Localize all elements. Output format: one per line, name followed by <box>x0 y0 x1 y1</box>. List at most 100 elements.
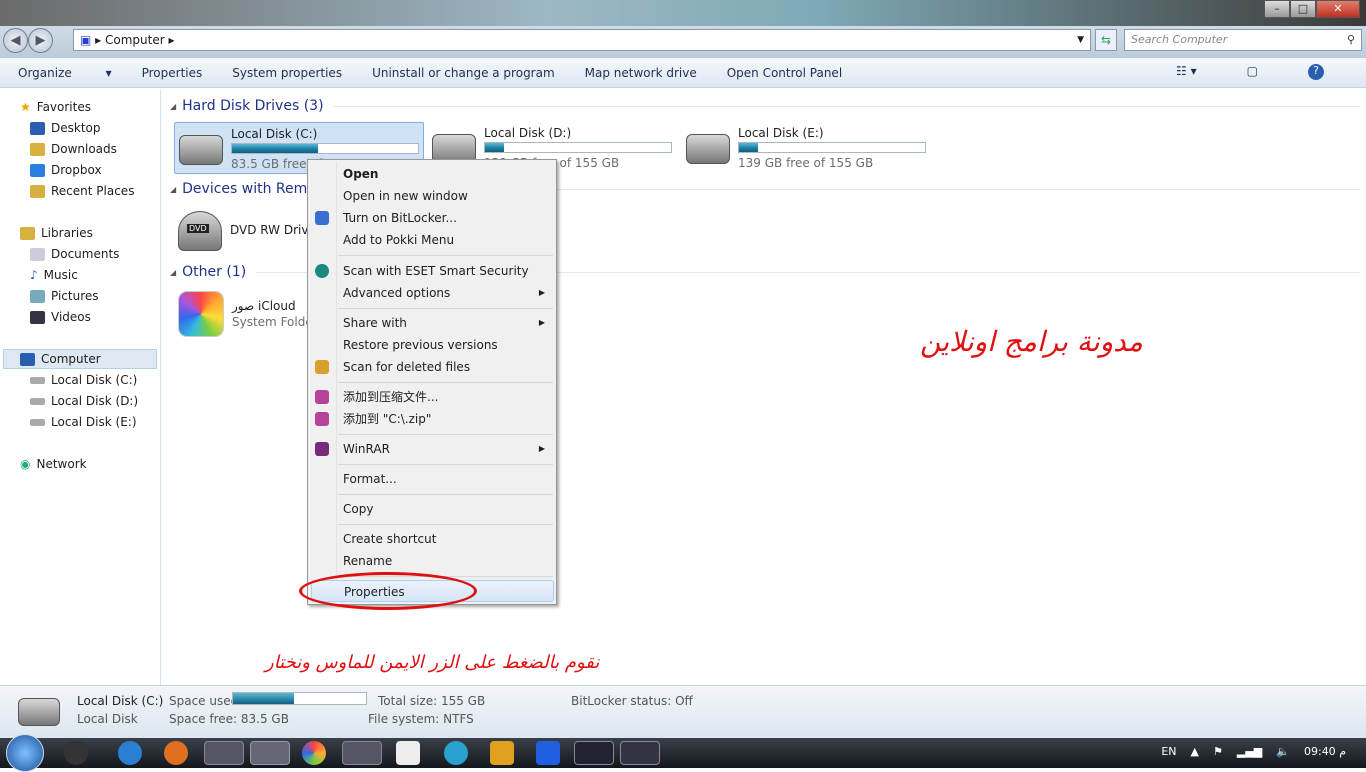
app-grid-icon[interactable] <box>396 741 420 765</box>
viber-icon[interactable] <box>342 741 382 765</box>
menu-format[interactable]: Format... <box>343 468 553 490</box>
taskbar: EN ▲ ⚑ ▂▄▆ 🔈 09:40 م <box>0 734 1366 772</box>
menu-add-zip[interactable]: 添加到 "C:\.zip" <box>315 408 553 430</box>
uninstall-button[interactable]: Uninstall or change a program <box>372 66 555 80</box>
menu-open-new-window[interactable]: Open in new window <box>343 185 553 207</box>
menu-create-shortcut[interactable]: Create shortcut <box>343 528 553 550</box>
annotation-instruction: نقوم بالضغط على الزر الايمن للماوس ونختا… <box>265 652 600 673</box>
winrar-icon <box>315 390 329 404</box>
minimize-button[interactable]: – <box>1264 0 1290 18</box>
drive-icon <box>686 134 730 164</box>
sidebar-item-downloads[interactable]: Downloads <box>30 139 117 159</box>
menu-restore-versions[interactable]: Restore previous versions <box>343 334 553 356</box>
address-bar[interactable]: ▣ ▸ Computer ▸ ▼ <box>73 29 1091 51</box>
drive-icon <box>30 376 45 384</box>
firefox-icon[interactable] <box>164 741 188 765</box>
explorer-icon[interactable] <box>250 741 290 765</box>
view-options-icon[interactable]: ☷ ▾ <box>1176 64 1197 80</box>
breadcrumb-computer[interactable]: Computer <box>105 33 165 47</box>
libraries-icon <box>20 226 35 240</box>
back-button[interactable]: ◀ <box>3 28 28 53</box>
sidebar-favorites[interactable]: ★ Favorites <box>20 97 91 117</box>
menu-rename[interactable]: Rename <box>343 550 553 572</box>
volume-icon[interactable]: 🔈 <box>1276 745 1290 758</box>
sidebar-item-disk-c[interactable]: Local Disk (C:) <box>30 370 137 390</box>
sidebar-network[interactable]: ◉ Network <box>20 454 87 474</box>
properties-button[interactable]: Properties <box>142 66 203 80</box>
sidebar-libraries[interactable]: Libraries <box>20 223 93 243</box>
clock[interactable]: 09:40 م <box>1304 745 1346 758</box>
signal-icon[interactable]: ▂▄▆ <box>1237 745 1262 758</box>
app-icon[interactable] <box>64 741 88 765</box>
maximize-button[interactable]: □ <box>1290 0 1316 18</box>
menu-open[interactable]: Open <box>343 163 553 185</box>
winrar-icon <box>315 442 329 456</box>
sidebar-item-music[interactable]: ♪ Music <box>30 265 78 285</box>
menu-eset-scan[interactable]: Scan with ESET Smart Security <box>315 260 553 282</box>
menu-pokki[interactable]: Add to Pokki Menu <box>343 229 553 251</box>
downloads-icon <box>30 142 45 156</box>
ie-icon[interactable] <box>118 741 142 765</box>
menu-winrar[interactable]: WinRAR ▶ <box>315 438 553 460</box>
sidebar-item-recent-places[interactable]: Recent Places <box>30 181 134 201</box>
menu-scan-deleted[interactable]: Scan for deleted files <box>315 356 553 378</box>
windows-drive-icon <box>179 135 223 165</box>
computer-icon: ▣ <box>80 33 92 47</box>
group-hard-disk-drives[interactable]: ◢ Hard Disk Drives (3) <box>170 98 1360 114</box>
eset-taskbar-icon[interactable] <box>574 741 614 765</box>
language-indicator[interactable]: EN <box>1161 745 1176 758</box>
chevron-down-icon[interactable]: ▼ <box>1077 30 1084 50</box>
sidebar-item-dropbox[interactable]: Dropbox <box>30 160 102 180</box>
open-control-panel-button[interactable]: Open Control Panel <box>727 66 842 80</box>
navigation-pane: ★ Favorites Desktop Downloads Dropbox Rec… <box>0 89 161 685</box>
dvd-icon: DVD <box>178 211 222 251</box>
help-icon[interactable]: ? <box>1308 64 1324 80</box>
computer-icon <box>20 352 35 366</box>
drive-e[interactable]: Local Disk (E:) 139 GB free of 155 GB <box>682 122 932 172</box>
photos-icon <box>178 291 224 337</box>
system-tray: EN ▲ ⚑ ▂▄▆ 🔈 09:40 م <box>1161 745 1346 758</box>
start-button[interactable] <box>6 734 44 772</box>
refresh-button[interactable]: ⇆ <box>1095 29 1117 51</box>
app-n-icon[interactable] <box>444 741 468 765</box>
submenu-arrow-icon: ▶ <box>538 288 545 297</box>
map-network-drive-button[interactable]: Map network drive <box>585 66 697 80</box>
sidebar-item-videos[interactable]: Videos <box>30 307 91 327</box>
winrar-icon <box>315 412 329 426</box>
sidebar-computer[interactable]: Computer <box>20 349 101 369</box>
menu-advanced-options[interactable]: Advanced options ▶ <box>343 282 553 304</box>
menu-add-archive[interactable]: 添加到压缩文件... <box>315 386 553 408</box>
maxthon-icon[interactable] <box>536 741 560 765</box>
sidebar-item-disk-e[interactable]: Local Disk (E:) <box>30 412 137 432</box>
close-button[interactable]: ✕ <box>1316 0 1360 18</box>
sidebar-item-desktop[interactable]: Desktop <box>30 118 101 138</box>
music-icon: ♪ <box>30 268 38 282</box>
videos-icon <box>30 310 45 324</box>
app-icon[interactable] <box>620 741 660 765</box>
forward-button[interactable]: ▶ <box>28 28 53 53</box>
organize-button[interactable]: Organize ▾ <box>18 66 112 80</box>
pictures-icon <box>30 289 45 303</box>
app-icon[interactable] <box>490 741 514 765</box>
menu-bitlocker[interactable]: Turn on BitLocker... <box>315 207 553 229</box>
show-hidden-icons[interactable]: ▲ <box>1191 745 1199 758</box>
desktop-icon <box>30 121 45 135</box>
search-app-icon[interactable] <box>204 741 244 765</box>
command-bar: Organize ▾ Properties System properties … <box>0 58 1366 88</box>
details-type: Local Disk <box>77 712 138 726</box>
annotation-ellipse <box>299 572 477 610</box>
photos-taskbar-icon[interactable] <box>302 741 326 765</box>
search-input[interactable]: Search Computer ⚲ <box>1124 29 1362 51</box>
sidebar-item-disk-d[interactable]: Local Disk (D:) <box>30 391 138 411</box>
sidebar-item-documents[interactable]: Documents <box>30 244 119 264</box>
preview-pane-icon[interactable]: ▢ <box>1247 64 1258 80</box>
drive-icon <box>30 397 45 405</box>
documents-icon <box>30 247 45 261</box>
search-icon: ⚲ <box>1346 33 1355 46</box>
system-properties-button[interactable]: System properties <box>232 66 342 80</box>
menu-copy[interactable]: Copy <box>343 498 553 520</box>
flag-icon[interactable]: ⚑ <box>1213 745 1223 758</box>
menu-share-with[interactable]: Share with ▶ <box>343 312 553 334</box>
submenu-arrow-icon: ▶ <box>538 318 545 327</box>
sidebar-item-pictures[interactable]: Pictures <box>30 286 99 306</box>
